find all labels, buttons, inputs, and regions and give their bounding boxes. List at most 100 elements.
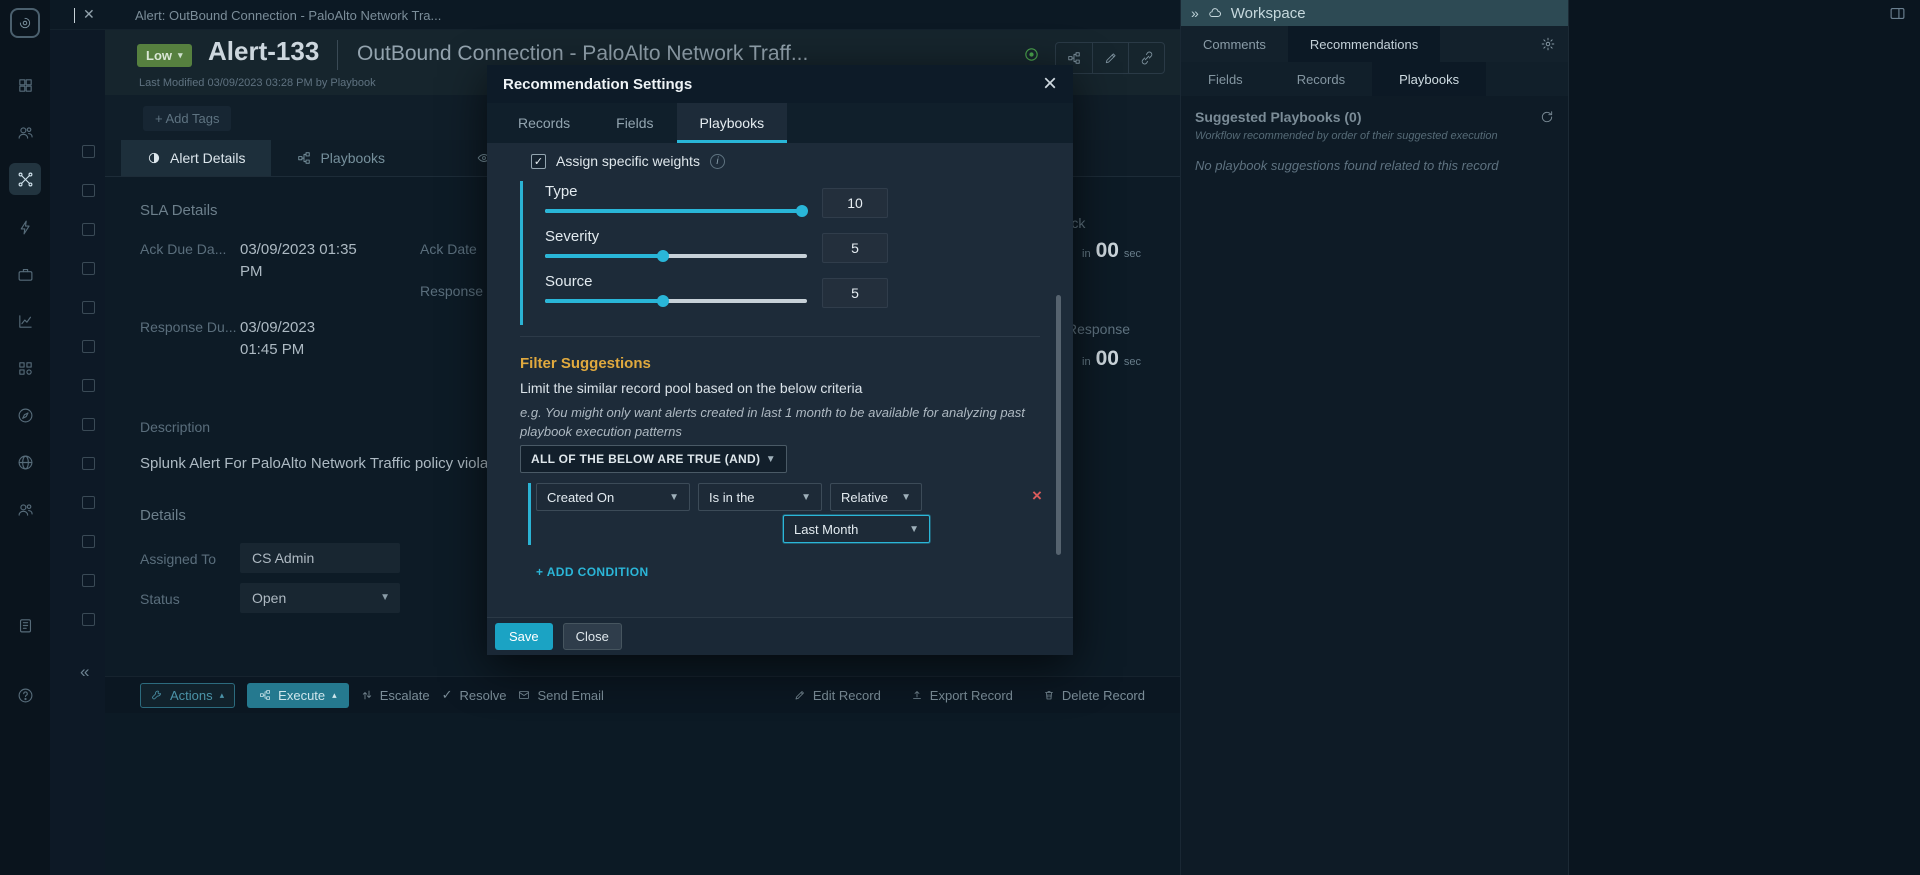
nav-automation-icon[interactable] [12,214,38,240]
workspace-header: » Workspace [1181,0,1568,26]
subtab-records[interactable]: Records [1270,62,1372,96]
row-checkbox[interactable] [82,223,95,236]
row-checkbox[interactable] [82,301,95,314]
pencil-icon [794,689,806,701]
condition-field-select[interactable]: Created On ▼ [536,483,690,511]
tab-label: Alert Details [170,150,245,166]
link-icon-button[interactable] [1128,43,1164,73]
row-checkbox[interactable] [82,535,95,548]
slider-handle[interactable] [657,250,669,262]
tab-label: Playbooks [320,150,385,166]
nav-dashboard-icon[interactable] [12,72,38,98]
tab-recommendations[interactable]: Recommendations [1288,26,1440,62]
close-button[interactable]: Close [563,623,622,650]
group-operator-value: ALL OF THE BELOW ARE TRUE (AND) [531,452,760,466]
record-action-bar: Actions ▴ Execute ▴ Escalate ✓ Resolve S… [105,676,1180,713]
workspace-settings-gear-icon[interactable] [1541,26,1568,62]
status-select[interactable]: Open ▼ [240,583,400,613]
nav-compass-icon[interactable] [12,402,38,428]
modal-tab-playbooks[interactable]: Playbooks [677,103,788,143]
assign-weights-checkbox[interactable]: ✓ [531,154,546,169]
nav-globe-icon[interactable] [12,449,38,475]
execute-button[interactable]: Execute ▴ [247,683,349,708]
panel-layout-icon[interactable] [1889,5,1906,22]
modal-scrollbar-thumb[interactable] [1056,295,1061,555]
modal-close-icon[interactable]: × [1043,72,1057,96]
nav-connections-icon[interactable] [9,163,41,195]
nav-team-icon[interactable] [12,496,38,522]
tab-comments[interactable]: Comments [1181,26,1288,62]
timer-unit: sec [1124,248,1141,260]
row-checkbox[interactable] [82,613,95,626]
add-condition-link[interactable]: + ADD CONDITION [536,565,649,579]
slider-handle[interactable] [657,295,669,307]
condition-value-select[interactable]: Last Month ▼ [783,515,930,543]
edit-record-button[interactable]: Edit Record [794,688,881,703]
row-checkbox[interactable] [82,145,95,158]
export-record-button[interactable]: Export Record [911,688,1013,703]
slider-track[interactable] [545,254,807,258]
nav-help-icon[interactable] [12,682,38,708]
chevron-down-icon: ▼ [909,524,919,535]
subtab-playbooks[interactable]: Playbooks [1372,62,1486,96]
escalate-icon [361,689,373,701]
tab-playbooks[interactable]: Playbooks [271,140,411,176]
condition-mode-select[interactable]: Relative ▼ [830,483,922,511]
row-checkbox[interactable] [82,418,95,431]
response-timer-value: in 00 sec [1082,347,1141,371]
row-checkbox[interactable] [82,574,95,587]
assigned-to-value: CS Admin [240,543,400,573]
actions-button[interactable]: Actions ▴ [140,683,235,708]
escalate-button[interactable]: Escalate [361,688,430,703]
slider-value[interactable]: 5 [822,233,888,263]
group-operator-select[interactable]: ALL OF THE BELOW ARE TRUE (AND) ▼ [520,445,787,473]
nav-modules-icon[interactable] [12,355,38,381]
response-timer-label: Response [1067,321,1130,337]
close-record-icon[interactable]: ✕ [83,6,95,23]
nav-analytics-icon[interactable] [12,308,38,334]
row-checkbox[interactable] [82,379,95,392]
weight-slider-row: Source 5 [545,273,890,318]
left-nav-rail [0,0,50,875]
escalate-label: Escalate [380,688,430,703]
slider-fill [545,209,802,213]
edit-icon-button[interactable] [1092,43,1128,73]
refresh-icon[interactable] [1540,110,1554,124]
slider-track[interactable] [545,299,807,303]
response-due-label: Response Du... [140,319,237,335]
flow-icon [297,151,311,165]
delete-record-button[interactable]: Delete Record [1043,688,1145,703]
weight-slider-row: Severity 5 [545,228,890,273]
severity-dropdown[interactable]: Low ▾ [137,44,192,67]
nav-case-icon[interactable] [12,261,38,287]
condition-field-value: Created On [547,490,614,505]
slider-track[interactable] [545,209,807,213]
info-icon[interactable]: i [710,154,725,169]
resolve-button[interactable]: ✓ Resolve [442,687,507,703]
row-checkbox[interactable] [82,340,95,353]
send-email-label: Send Email [537,688,603,703]
live-record-icon[interactable] [1023,46,1040,63]
row-checkbox[interactable] [82,496,95,509]
collapse-workspace-chevrons[interactable]: » [1191,5,1199,21]
nav-users-icon[interactable] [12,119,38,145]
condition-operator-select[interactable]: Is in the ▼ [698,483,822,511]
modal-tab-fields[interactable]: Fields [593,103,676,143]
add-tags-button[interactable]: + Add Tags [143,106,231,131]
slider-value[interactable]: 5 [822,278,888,308]
collapse-panel-chevrons[interactable]: « [80,662,89,682]
alert-title: OutBound Connection - PaloAlto Network T… [357,42,808,66]
modal-tab-records[interactable]: Records [495,103,593,143]
row-checkbox[interactable] [82,184,95,197]
send-email-button[interactable]: Send Email [518,688,603,703]
subtab-fields[interactable]: Fields [1181,62,1270,96]
slider-handle[interactable] [796,205,808,217]
nav-report-icon[interactable] [12,612,38,638]
condition-operator-value: Is in the [709,490,755,505]
slider-value[interactable]: 10 [822,188,888,218]
remove-condition-icon[interactable]: × [1032,487,1042,504]
row-checkbox[interactable] [82,457,95,470]
row-checkbox[interactable] [82,262,95,275]
save-button[interactable]: Save [495,623,553,650]
tab-alert-details[interactable]: Alert Details [121,140,271,176]
